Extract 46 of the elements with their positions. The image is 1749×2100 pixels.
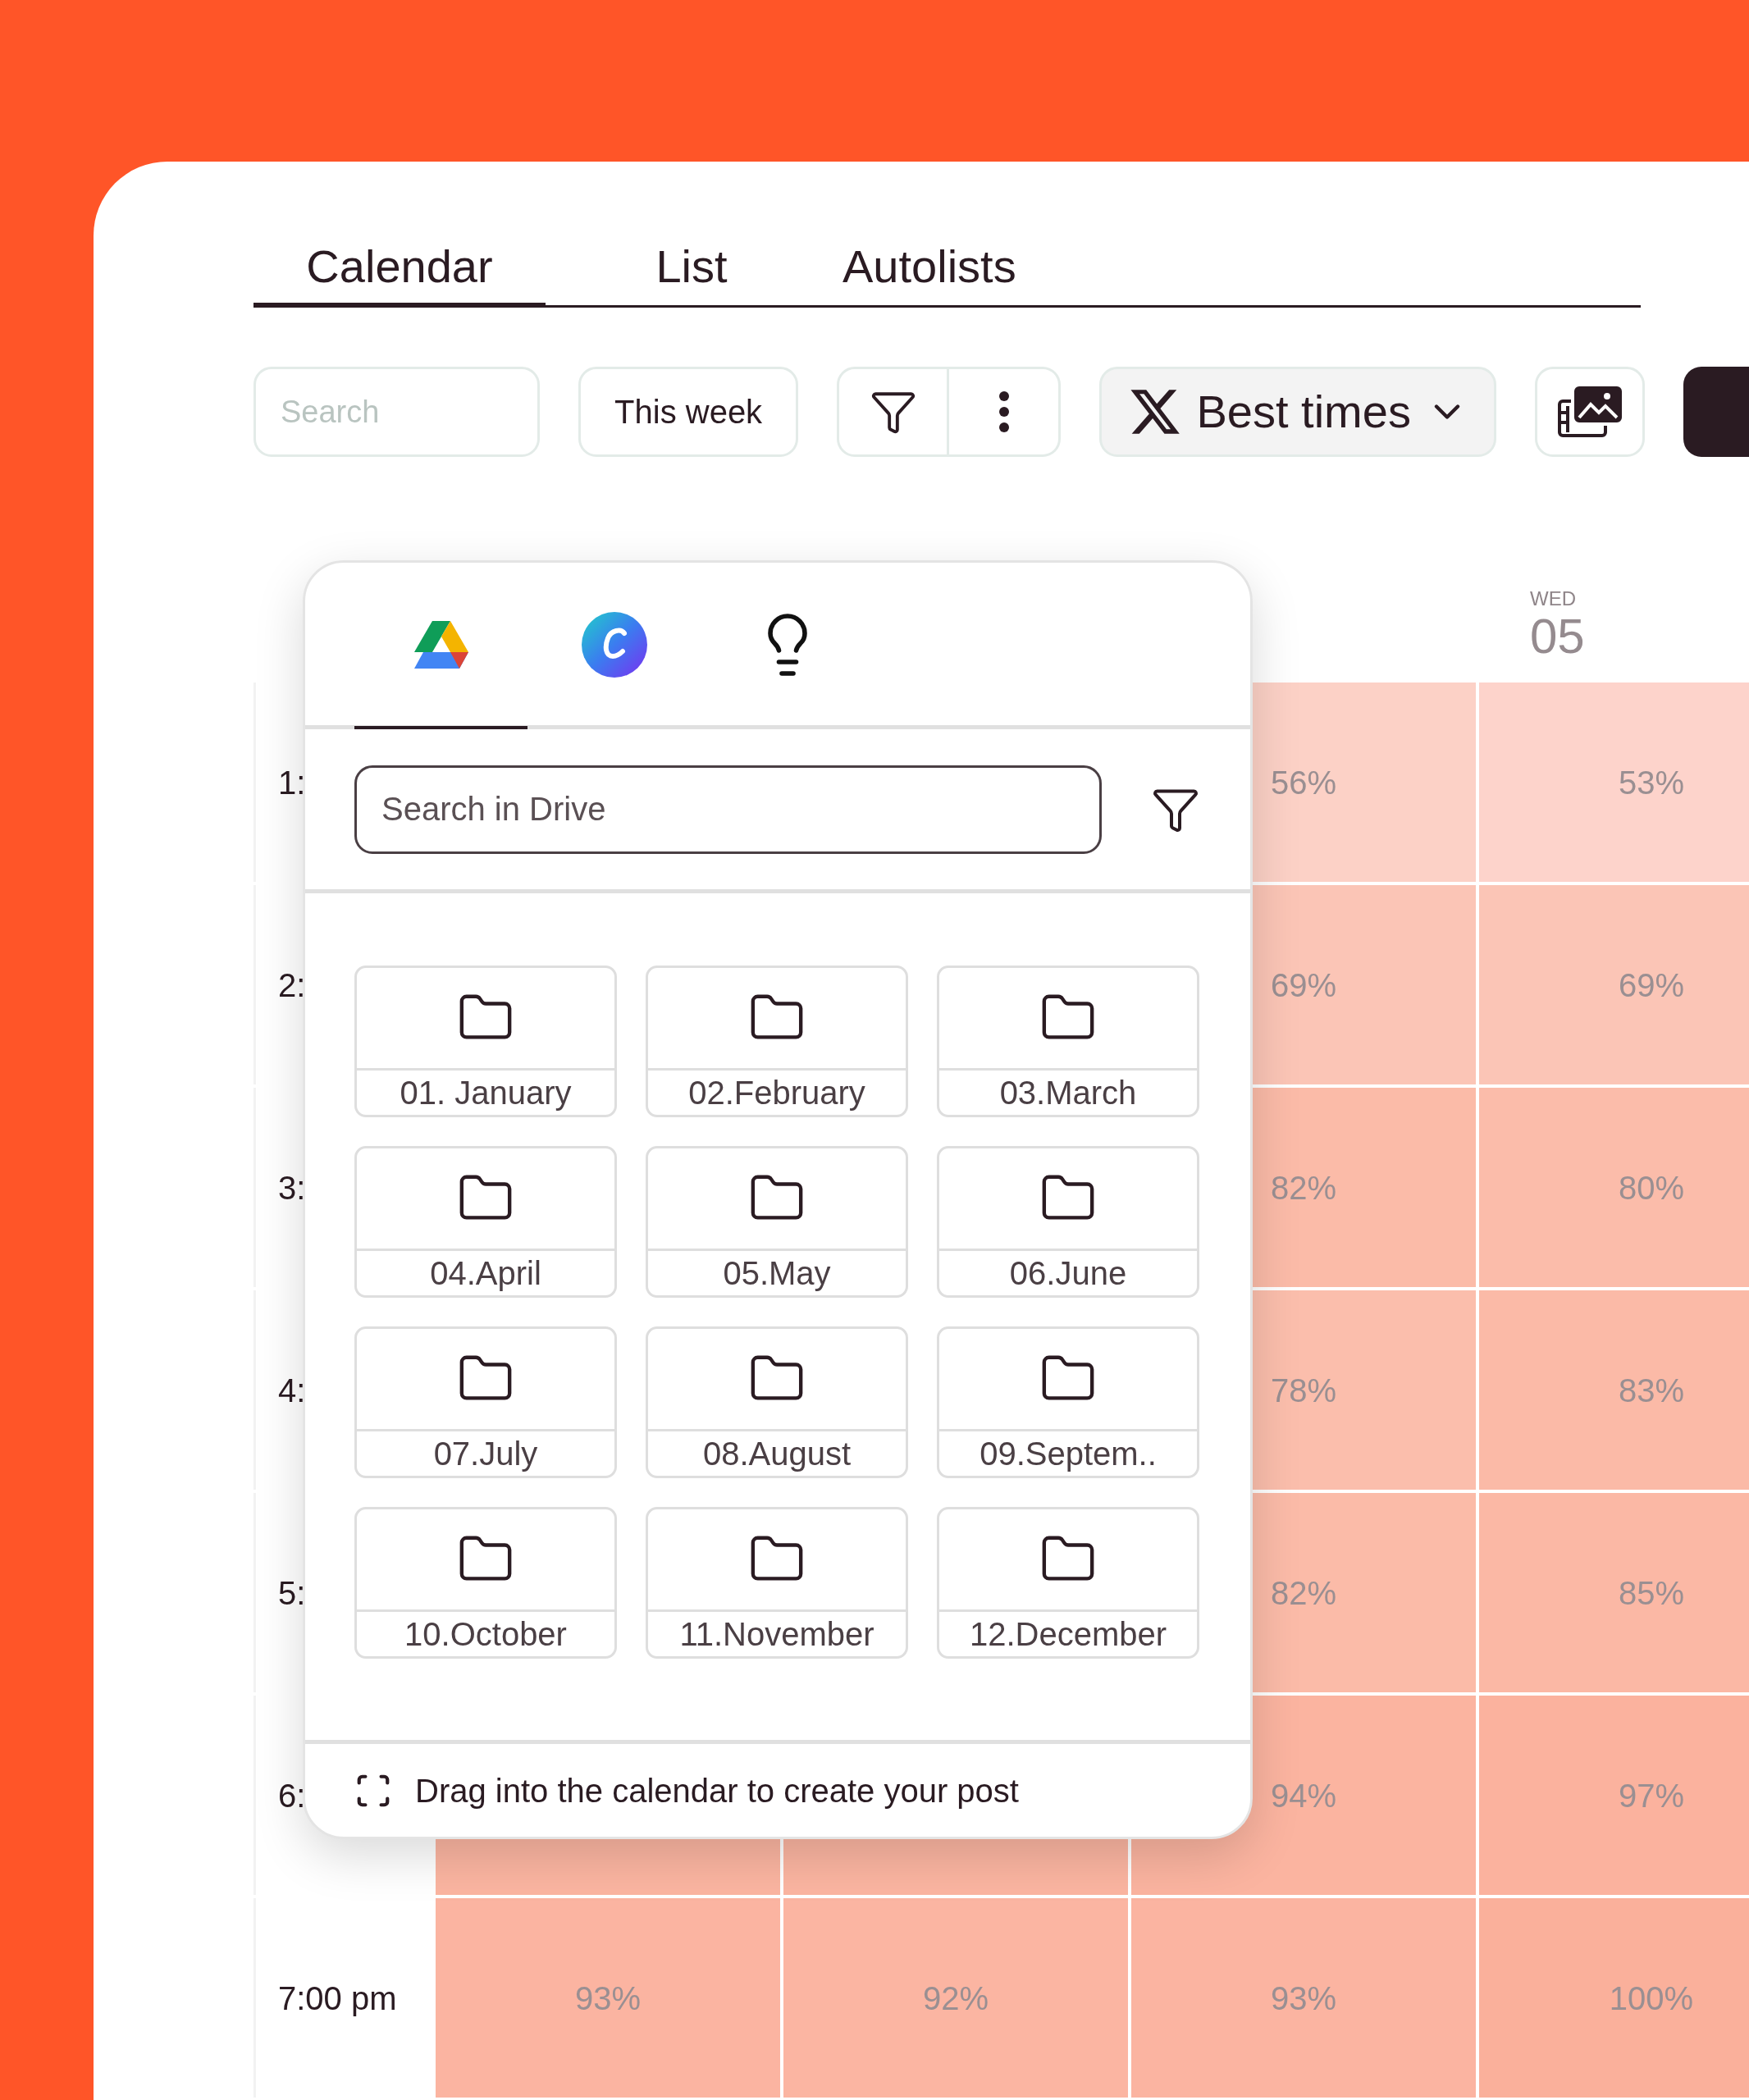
search-field[interactable]: Search [253, 367, 540, 457]
canva-logo-icon [581, 611, 647, 678]
best-times-dropdown[interactable]: Best times [1099, 367, 1497, 457]
folder-card[interactable]: 05.May [646, 1146, 908, 1298]
view-tab[interactable]: List [546, 230, 838, 308]
folder-card[interactable]: 04.April [354, 1146, 617, 1298]
media-button[interactable] [1535, 367, 1645, 457]
folder-name: 06.June [1009, 1257, 1127, 1290]
view-tab[interactable]: Calendar [253, 230, 546, 308]
heat-cell: 80% [1479, 1088, 1749, 1287]
folder-card[interactable]: 08.August [646, 1326, 908, 1478]
heat-cell: 93% [436, 1898, 780, 2098]
heat-cell: 97% [1479, 1696, 1749, 1895]
folder-card[interactable]: 09.Septem.. [937, 1326, 1199, 1478]
folder-name: 11.November [679, 1618, 874, 1650]
weekday-label: WED [1530, 589, 1576, 609]
folder-card[interactable]: 10.October [354, 1507, 617, 1659]
heat-cell: 69% [1479, 885, 1749, 1084]
folder-card[interactable]: 03.March [937, 966, 1199, 1117]
folder-name: 07.July [433, 1437, 538, 1470]
folder-name: 05.May [723, 1257, 831, 1290]
heat-cell: 85% [1479, 1493, 1749, 1692]
images-icon [1556, 385, 1624, 439]
dark-action-button[interactable] [1683, 367, 1749, 457]
day-number: 05 [1530, 612, 1585, 661]
folder-card[interactable]: 06.June [937, 1146, 1199, 1298]
folder-name: 02.February [688, 1076, 865, 1109]
folder-name: 04.April [430, 1257, 541, 1290]
heat-cell: 100% [1479, 1898, 1749, 2098]
heat-cell: 53% [1479, 682, 1749, 882]
date-range-button[interactable]: This week [578, 367, 799, 457]
more-icon [998, 390, 1010, 433]
heat-cell: 93% [1131, 1898, 1476, 2098]
drive-logo-icon [413, 620, 468, 669]
folder-name: 08.August [702, 1437, 852, 1470]
folder-card[interactable]: 07.July [354, 1326, 617, 1478]
filter-button[interactable] [837, 367, 950, 457]
drive-search-field[interactable]: Search in Drive [354, 765, 1102, 854]
folder-card[interactable]: 11.November [646, 1507, 908, 1659]
folder-card[interactable]: 12.December [937, 1507, 1199, 1659]
folder-card[interactable]: 02.February [646, 966, 908, 1117]
more-button[interactable] [949, 367, 1062, 457]
heat-cell: 92% [783, 1898, 1128, 2098]
view-tab[interactable]: Autolists [838, 230, 1021, 308]
heat-cell: 83% [1479, 1290, 1749, 1490]
folder-card[interactable]: 01. January [354, 966, 617, 1117]
